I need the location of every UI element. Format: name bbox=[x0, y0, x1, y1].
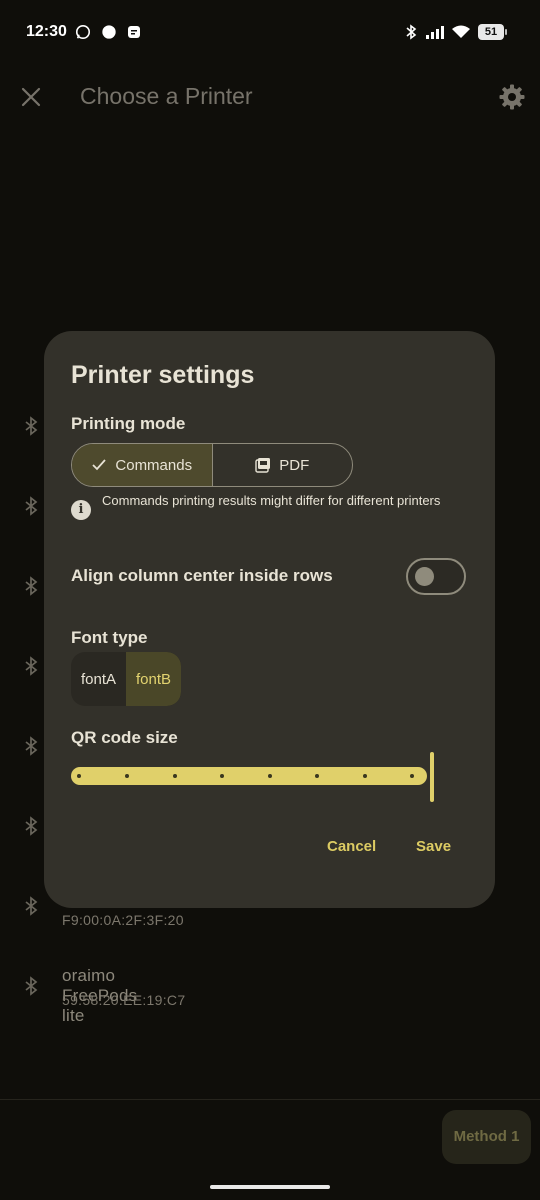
mode-option-pdf[interactable]: PDF bbox=[213, 444, 353, 486]
font-type-label: Font type bbox=[71, 628, 148, 647]
info-icon: i bbox=[71, 500, 91, 520]
printer-settings-dialog: Printer settings Printing mode Commands … bbox=[44, 331, 495, 908]
info-row: i Commands printing results might differ… bbox=[71, 492, 471, 532]
whatsapp-icon bbox=[75, 24, 91, 40]
font-option-fonta[interactable]: fontA bbox=[71, 652, 126, 706]
font-option-fontb[interactable]: fontB bbox=[126, 652, 181, 706]
printing-mode-selector: Commands PDF bbox=[71, 443, 353, 487]
gear-icon[interactable] bbox=[498, 83, 526, 111]
qr-size-slider[interactable] bbox=[71, 752, 441, 809]
check-icon bbox=[92, 459, 107, 471]
bluetooth-icon bbox=[25, 656, 38, 676]
status-bar: 12:30 51 bbox=[0, 0, 540, 64]
bluetooth-status-icon bbox=[406, 24, 417, 40]
slider-tick bbox=[268, 774, 272, 778]
font-type-selector: fontA fontB bbox=[71, 652, 181, 706]
bluetooth-icon bbox=[25, 496, 38, 516]
switch-knob bbox=[415, 567, 434, 586]
slider-tick bbox=[77, 774, 81, 778]
mode-option-label: Commands bbox=[115, 456, 193, 474]
notification-dot-icon bbox=[102, 25, 116, 39]
slider-tick bbox=[173, 774, 177, 778]
wifi-icon bbox=[452, 25, 470, 38]
device-address[interactable]: 59:58:20:EE:19:C7 bbox=[62, 992, 185, 1008]
status-time: 12:30 bbox=[26, 23, 67, 40]
dialog-title: Printer settings bbox=[71, 361, 255, 389]
home-indicator[interactable] bbox=[210, 1185, 330, 1189]
mode-option-label: PDF bbox=[279, 456, 310, 474]
device-address[interactable]: F9:00:0A:2F:3F:20 bbox=[62, 912, 184, 928]
method-button[interactable]: Method 1 bbox=[442, 1110, 531, 1164]
slider-tick bbox=[363, 774, 367, 778]
pdf-icon bbox=[255, 458, 271, 473]
page-title: Choose a Printer bbox=[80, 83, 253, 109]
qr-size-label: QR code size bbox=[71, 728, 178, 747]
bluetooth-icon bbox=[25, 576, 38, 596]
info-text: Commands printing results might differ f… bbox=[102, 493, 441, 508]
close-icon[interactable] bbox=[18, 84, 44, 110]
bluetooth-icon bbox=[25, 976, 38, 996]
align-column-switch[interactable] bbox=[406, 558, 466, 595]
slider-handle[interactable] bbox=[430, 752, 434, 802]
bottom-divider bbox=[0, 1099, 540, 1100]
slider-tick bbox=[125, 774, 129, 778]
bluetooth-icon[interactable] bbox=[20, 895, 42, 917]
bluetooth-icon bbox=[25, 416, 38, 436]
signal-icon bbox=[426, 26, 444, 39]
printing-mode-label: Printing mode bbox=[71, 414, 186, 433]
slider-tick bbox=[410, 774, 414, 778]
slider-tick bbox=[220, 774, 224, 778]
cancel-button[interactable]: Cancel bbox=[327, 838, 376, 855]
bluetooth-icon bbox=[25, 736, 38, 756]
align-column-label: Align column center inside rows bbox=[71, 566, 333, 585]
app-bar: Choose a Printer bbox=[0, 70, 540, 126]
note-icon bbox=[128, 26, 140, 38]
slider-tick bbox=[315, 774, 319, 778]
battery-indicator: 51 bbox=[478, 24, 507, 40]
mode-option-commands[interactable]: Commands bbox=[72, 444, 213, 486]
bluetooth-icon bbox=[25, 816, 38, 836]
save-button[interactable]: Save bbox=[416, 838, 451, 855]
